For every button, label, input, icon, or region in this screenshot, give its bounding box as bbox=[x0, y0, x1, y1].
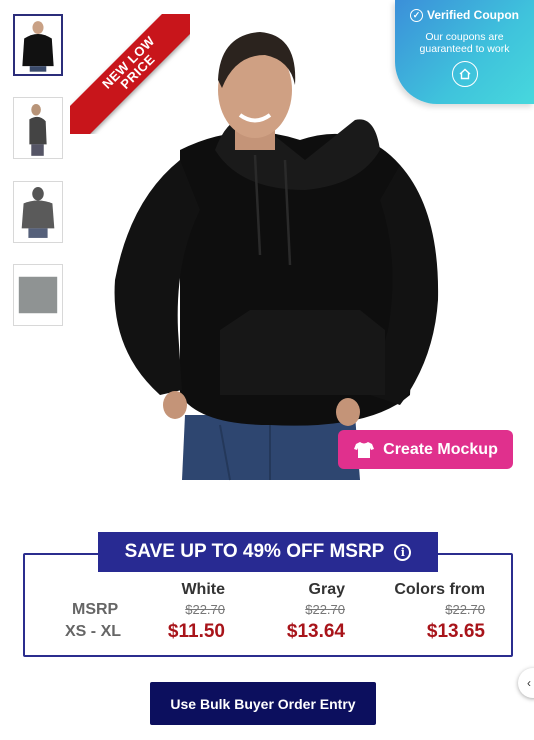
shield-home-icon bbox=[451, 61, 478, 87]
column-name: Gray bbox=[308, 581, 345, 598]
price-column-colors: Colors from $22.70 $13.65 bbox=[394, 581, 485, 643]
hoodie-side-image bbox=[14, 98, 62, 158]
column-name: White bbox=[181, 581, 225, 598]
column-msrp: $22.70 bbox=[305, 602, 345, 617]
column-name: Colors from bbox=[394, 581, 485, 598]
column-price: $11.50 bbox=[167, 621, 225, 642]
verified-coupon-badge[interactable]: ✓ Verified Coupon Our coupons are guaran… bbox=[395, 0, 534, 104]
column-msrp: $22.70 bbox=[185, 602, 225, 617]
savings-banner: SAVE UP TO 49% OFF MSRP i bbox=[98, 532, 438, 572]
column-msrp: $22.70 bbox=[445, 602, 485, 617]
price-column-white: White $22.70 $11.50 bbox=[168, 581, 225, 643]
thumbnail-back[interactable] bbox=[13, 181, 63, 243]
info-icon[interactable]: i bbox=[394, 543, 412, 561]
msrp-label: MSRP bbox=[72, 601, 119, 618]
hoodie-back-image bbox=[14, 182, 62, 242]
price-column-gray: Gray $22.70 $13.64 bbox=[287, 581, 345, 643]
thumbnail-side[interactable] bbox=[13, 97, 63, 159]
new-low-price-ribbon: NEW LOW PRICE bbox=[70, 14, 190, 134]
savings-headline: SAVE UP TO 49% OFF MSRP bbox=[124, 541, 385, 562]
chevron-left-icon[interactable]: ‹ bbox=[518, 668, 534, 698]
ribbon-band: NEW LOW PRICE bbox=[70, 14, 190, 134]
coupon-subtitle: Our coupons are guaranteed to work bbox=[419, 31, 510, 55]
coupon-title: Verified Coupon bbox=[426, 8, 519, 22]
thumbnail-swatch[interactable] bbox=[13, 264, 63, 326]
fabric-swatch-image bbox=[14, 265, 62, 325]
check-circle-icon: ✓ bbox=[409, 8, 423, 22]
create-mockup-button[interactable]: Create Mockup bbox=[338, 430, 513, 469]
create-mockup-label: Create Mockup bbox=[383, 440, 498, 458]
column-price: $13.65 bbox=[426, 621, 485, 642]
column-price: $13.64 bbox=[286, 621, 345, 642]
hoodie-front-image bbox=[15, 16, 61, 74]
shirt-icon bbox=[354, 441, 375, 458]
size-range-label: XS - XL bbox=[65, 623, 122, 640]
bulk-buyer-order-button[interactable]: Use Bulk Buyer Order Entry bbox=[150, 682, 376, 725]
thumbnail-front[interactable] bbox=[13, 14, 63, 76]
